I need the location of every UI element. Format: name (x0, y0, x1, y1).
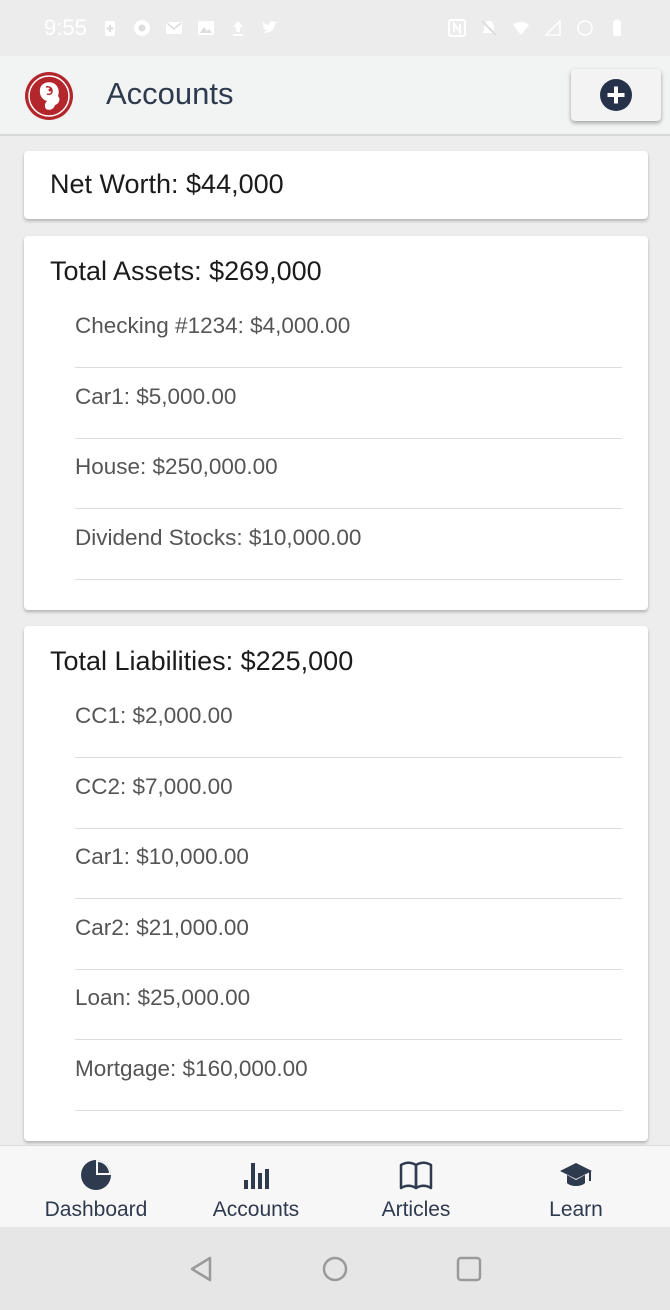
net-worth-card: Net Worth: $44,000 (24, 151, 648, 219)
nav-learn[interactable]: Learn (496, 1146, 656, 1228)
liabilities-card: Total Liabilities: $225,000 CC1: $2,000.… (24, 626, 648, 1141)
mail-icon (165, 22, 182, 34)
nav-dashboard[interactable]: Dashboard (16, 1146, 176, 1228)
liability-item[interactable]: CC2: $7,000.00 (75, 758, 622, 829)
liability-item-label: Car1: $10,000.00 (75, 844, 249, 869)
status-bar: 9:55 (0, 0, 670, 56)
asset-item[interactable]: Dividend Stocks: $10,000.00 (75, 509, 622, 580)
app-bar: Accounts (0, 56, 670, 136)
status-time: 9:55 (44, 15, 87, 40)
nav-articles-label: Articles (381, 1198, 451, 1221)
liability-item-label: Loan: $25,000.00 (75, 985, 251, 1010)
status-system-icons (448, 19, 626, 37)
total-assets-title: Total Assets: $269,000 (50, 256, 322, 286)
status-notification-icons (101, 19, 279, 37)
asset-item-label: Checking #1234: $4,000.00 (75, 313, 351, 338)
asset-item-label: Car1: $5,000.00 (75, 384, 237, 409)
pie-chart-icon (81, 1160, 111, 1190)
liability-item-label: CC2: $7,000.00 (75, 774, 233, 799)
open-book-icon (399, 1161, 433, 1190)
do-not-disturb-icon (481, 20, 497, 36)
nav-accounts[interactable]: Accounts (176, 1146, 336, 1228)
total-liabilities-title: Total Liabilities: $225,000 (50, 646, 354, 676)
assets-card: Total Assets: $269,000 Checking #1234: $… (24, 236, 648, 610)
bottom-navigation: Dashboard Accounts Articles Learn (0, 1145, 670, 1227)
page-title: Accounts (106, 76, 234, 111)
plus-circle-icon (600, 79, 632, 111)
image-icon (197, 21, 214, 35)
net-worth-label: Net Worth: $44,000 (50, 169, 284, 199)
nav-accounts-label: Accounts (212, 1198, 300, 1221)
liability-item[interactable]: Car1: $10,000.00 (75, 828, 622, 899)
asset-item[interactable]: Car1: $5,000.00 (75, 368, 622, 439)
asset-item-label: House: $250,000.00 (75, 454, 278, 479)
asset-item[interactable]: Checking #1234: $4,000.00 (75, 297, 622, 368)
battery-saver-icon (104, 21, 115, 36)
signal-icon (544, 19, 561, 36)
liability-item[interactable]: CC1: $2,000.00 (75, 687, 622, 758)
nav-dashboard-label: Dashboard (44, 1198, 148, 1221)
liability-item-label: CC1: $2,000.00 (75, 703, 233, 728)
asset-item[interactable]: House: $250,000.00 (75, 438, 622, 509)
wifi-icon (513, 22, 529, 35)
system-navigation-bar (0, 1227, 670, 1310)
twitter-icon (261, 21, 278, 33)
upload-icon (232, 21, 243, 36)
back-icon[interactable] (188, 1255, 216, 1283)
accounts-content[interactable]: Net Worth: $44,000 Total Assets: $269,00… (0, 137, 670, 1145)
battery-icon (613, 19, 621, 36)
graduation-cap-icon (560, 1163, 592, 1186)
data-off-icon (577, 20, 593, 36)
liability-item[interactable]: Mortgage: $160,000.00 (75, 1040, 622, 1111)
nav-learn-label: Learn (549, 1198, 603, 1221)
asset-item-label: Dividend Stocks: $10,000.00 (75, 525, 362, 550)
app-logo (25, 72, 73, 120)
bar-chart-icon (244, 1163, 269, 1189)
recents-icon[interactable] (455, 1255, 483, 1283)
liability-item[interactable]: Car2: $21,000.00 (75, 899, 622, 970)
nfc-icon (448, 19, 466, 37)
liability-item-label: Car2: $21,000.00 (75, 915, 249, 940)
add-account-button[interactable] (571, 69, 661, 121)
nav-articles[interactable]: Articles (336, 1146, 496, 1228)
liability-item-label: Mortgage: $160,000.00 (75, 1056, 308, 1081)
app-notification-icon (133, 20, 150, 36)
liability-item[interactable]: Loan: $25,000.00 (75, 969, 622, 1040)
home-icon[interactable] (321, 1255, 349, 1283)
